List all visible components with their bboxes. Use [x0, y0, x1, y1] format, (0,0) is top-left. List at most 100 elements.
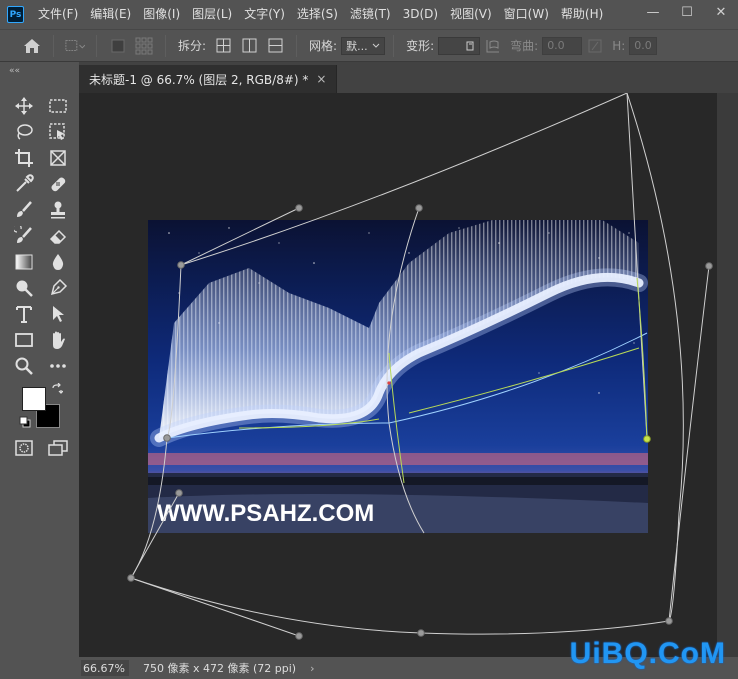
reference-point-checkbox[interactable] [108, 36, 128, 56]
home-icon [24, 38, 40, 53]
checkbox-icon [111, 39, 125, 52]
hand-tool[interactable] [46, 328, 70, 352]
move-tool[interactable] [12, 94, 36, 118]
warp-handle[interactable] [295, 632, 303, 640]
quick-mask-button[interactable] [12, 436, 36, 460]
warp-orientation-button[interactable] [483, 36, 503, 56]
warp-handle[interactable] [177, 261, 185, 269]
swap-arrows-icon [52, 383, 63, 394]
warp-handle-active[interactable] [643, 435, 651, 443]
marquee-tool[interactable] [46, 94, 70, 118]
rectangle-tool[interactable] [12, 328, 36, 352]
split-vertical-button[interactable] [239, 36, 259, 56]
collapse-panel-button[interactable]: «« [9, 66, 20, 76]
warp-handle[interactable] [295, 204, 303, 212]
warp-handle[interactable] [163, 434, 171, 442]
warp-label: 变形: [406, 39, 435, 53]
close-document-icon[interactable]: × [316, 72, 326, 86]
close-button[interactable]: ✕ [704, 0, 738, 24]
h-distortion-button[interactable] [585, 36, 605, 56]
menu-type[interactable]: 文字(Y) [238, 0, 291, 29]
grid-select[interactable]: 默... [341, 36, 386, 55]
bend-input[interactable]: 0.0 [542, 36, 583, 55]
zoom-tool[interactable] [12, 354, 36, 378]
gradient-tool[interactable] [12, 250, 36, 274]
edit-toolbar-button[interactable] [46, 354, 70, 378]
foreground-color-swatch[interactable] [22, 387, 46, 411]
menu-3d[interactable]: 3D(D) [397, 0, 444, 29]
minimize-button[interactable]: — [636, 0, 670, 24]
crop-tool[interactable] [12, 146, 36, 170]
object-select-icon [49, 123, 65, 140]
clone-stamp-tool[interactable] [46, 198, 70, 222]
blur-tool[interactable] [46, 250, 70, 274]
warp-handle[interactable] [417, 629, 425, 637]
more-dots-icon [50, 364, 66, 368]
image-watermark-text: WWW.PSAHZ.COM [157, 500, 374, 527]
warp-handle[interactable] [705, 262, 713, 270]
chevron-down-icon [372, 43, 380, 48]
transform-select-icon [65, 39, 85, 51]
split-cross-icon [216, 38, 231, 53]
reference-point-grid[interactable] [134, 36, 154, 56]
warp-select[interactable] [438, 36, 481, 55]
menu-edit[interactable]: 编辑(E) [84, 0, 137, 29]
menu-help[interactable]: 帮助(H) [555, 0, 609, 29]
document-tab[interactable]: 未标题-1 @ 66.7% (图层 2, RGB/8#) * × [79, 65, 338, 93]
path-selection-tool[interactable] [46, 302, 70, 326]
object-selection-tool[interactable] [46, 120, 70, 144]
menu-image[interactable]: 图像(I) [137, 0, 186, 29]
canvas-svg: WWW.PSAHZ.COM [127, 93, 713, 640]
watermark-part2: CoM [658, 637, 726, 670]
menu-select[interactable]: 选择(S) [291, 0, 344, 29]
healing-brush-tool[interactable] [46, 172, 70, 196]
default-colors-button[interactable] [18, 415, 32, 429]
pen-tool[interactable] [46, 276, 70, 300]
canvas-area[interactable]: WWW.PSAHZ.COM [79, 93, 717, 657]
dodge-tool[interactable] [12, 276, 36, 300]
menu-window[interactable]: 窗口(W) [498, 0, 555, 29]
warp-handle[interactable] [415, 204, 423, 212]
zoom-field[interactable]: 66.67% [81, 660, 129, 676]
frame-tool[interactable] [46, 146, 70, 170]
warp-orientation-icon [486, 39, 500, 52]
type-tool[interactable] [12, 302, 36, 326]
screen-mode-icon [48, 440, 68, 456]
menu-filter[interactable]: 滤镜(T) [344, 0, 397, 29]
warp-handle[interactable] [127, 574, 135, 582]
divider [96, 34, 97, 57]
options-bar: 拆分: 网格: 默... 变形: 弯曲: 0.0 H: 0.0 [0, 29, 738, 62]
gradient-icon [15, 254, 33, 270]
menu-layer[interactable]: 图层(L) [186, 0, 238, 29]
warp-handle[interactable] [175, 489, 183, 497]
frame-icon [50, 150, 66, 166]
water-drop-icon [52, 254, 64, 270]
bandage-icon [51, 177, 66, 192]
quick-mask-icon [15, 440, 33, 456]
warp-dropdown-icon [466, 41, 474, 50]
lasso-tool[interactable] [12, 120, 36, 144]
split-cross-button[interactable] [213, 36, 233, 56]
menu-file[interactable]: 文件(F) [32, 0, 84, 29]
history-brush-icon [14, 226, 32, 243]
tools-panel: «« [0, 62, 79, 679]
eyedropper-tool[interactable] [12, 172, 36, 196]
divider [165, 34, 166, 57]
menu-view[interactable]: 视图(V) [444, 0, 498, 29]
lasso-icon [17, 124, 33, 140]
screen-mode-button[interactable] [46, 436, 70, 460]
split-horizontal-button[interactable] [265, 36, 285, 56]
history-brush-tool[interactable] [12, 224, 36, 248]
status-menu-arrow[interactable]: › [310, 662, 314, 675]
home-button[interactable] [19, 33, 45, 59]
h-input[interactable]: 0.0 [629, 36, 658, 55]
swap-colors-button[interactable] [50, 382, 64, 396]
warp-handle[interactable] [665, 617, 673, 625]
move-icon [15, 97, 33, 115]
eraser-tool[interactable] [46, 224, 70, 248]
split-label: 拆分: [178, 39, 207, 53]
maximize-button[interactable]: ☐ [670, 0, 704, 24]
transform-mode-button[interactable] [65, 36, 85, 56]
vertical-scrollbar[interactable] [717, 93, 738, 657]
brush-tool[interactable] [12, 198, 36, 222]
